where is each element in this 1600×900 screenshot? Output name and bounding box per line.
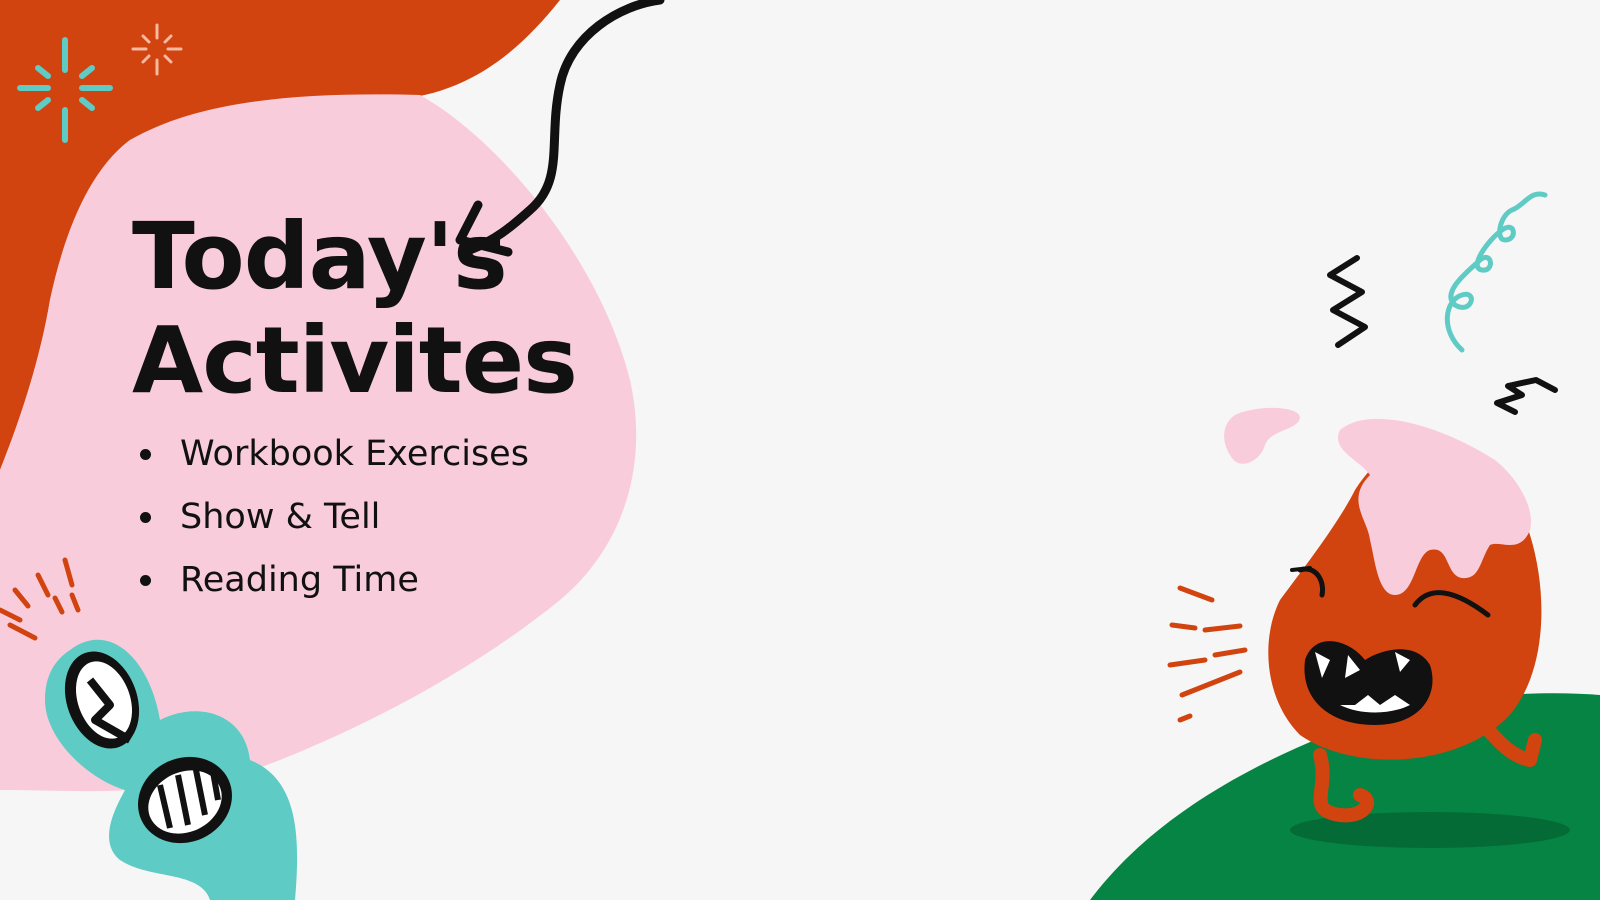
activity-list: Workbook Exercises Show & Tell Reading T… [136,432,529,621]
list-item: Workbook Exercises [136,432,529,495]
zigzag-icon [1327,255,1368,348]
motion-dashes-right [1167,585,1248,723]
page-title: Today's Activites [132,203,578,414]
list-item: Show & Tell [136,495,529,558]
title-line-1: Today's [132,203,508,310]
slide: Today's Activites Workbook Exercises Sho… [0,0,1600,900]
title-line-2: Activites [132,307,578,414]
zigzag-small-icon [1494,377,1558,415]
list-item: Reading Time [136,558,529,621]
squiggle-icon [1444,191,1548,353]
